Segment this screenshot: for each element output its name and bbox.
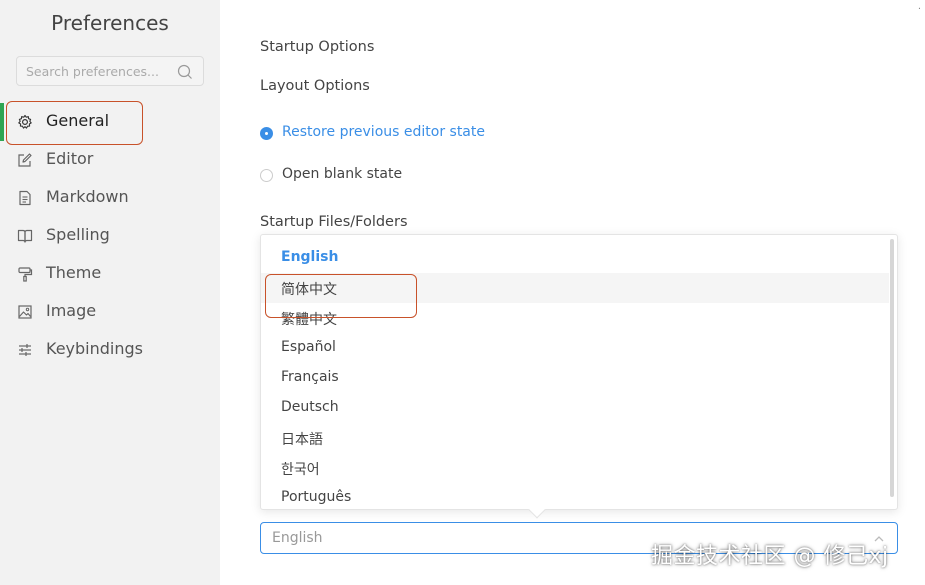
language-option-portuguese[interactable]: Português — [261, 483, 889, 509]
option-label: English — [281, 249, 339, 265]
sidebar-item-keybindings[interactable]: Keybindings — [0, 331, 220, 369]
sidebar-item-label: Markdown — [46, 187, 129, 206]
sidebar: Preferences General Editor Markdown — [0, 0, 220, 585]
search-input[interactable] — [26, 62, 171, 80]
paint-roller-icon — [18, 267, 33, 282]
radio-dot[interactable] — [260, 169, 273, 182]
startup-files-heading: Startup Files/Folders — [260, 214, 408, 230]
main-panel: · Startup Options Layout Options Restore… — [220, 0, 925, 585]
language-select-value: English — [272, 530, 323, 546]
sidebar-item-image[interactable]: Image — [0, 293, 220, 331]
language-option-japanese[interactable]: 日本語 — [261, 423, 889, 453]
dropdown-scrollbar[interactable] — [890, 239, 894, 497]
sliders-icon — [19, 344, 31, 356]
option-label: Français — [281, 369, 339, 385]
search-icon[interactable] — [177, 64, 193, 80]
radio-label[interactable]: Restore previous editor state — [282, 124, 485, 140]
language-option-french[interactable]: Français — [261, 363, 889, 393]
language-option-german[interactable]: Deutsch — [261, 393, 889, 423]
option-label: Português — [281, 489, 352, 505]
search-box[interactable] — [16, 56, 204, 86]
corner-mark: · — [917, 4, 921, 15]
sidebar-item-markdown[interactable]: Markdown — [0, 179, 220, 217]
sidebar-item-label: Spelling — [46, 225, 110, 244]
radio-label[interactable]: Open blank state — [282, 166, 402, 182]
sidebar-item-editor[interactable]: Editor — [0, 141, 220, 179]
sidebar-item-label: Keybindings — [46, 339, 143, 358]
annotation-highlight-general — [6, 101, 143, 145]
option-label: Español — [281, 339, 336, 355]
book-icon — [17, 229, 33, 243]
language-option-spanish[interactable]: Español — [261, 333, 889, 363]
option-label: 한국어 — [281, 462, 320, 478]
option-label: Deutsch — [281, 399, 339, 415]
language-option-korean[interactable]: 한국어 — [261, 453, 889, 483]
sidebar-item-label: Theme — [46, 263, 102, 282]
sidebar-item-label: Image — [46, 301, 97, 320]
radio-blank-state[interactable]: Open blank state — [260, 166, 420, 186]
language-option-english[interactable]: English — [261, 243, 889, 273]
option-label: 日本語 — [281, 432, 323, 448]
document-icon — [19, 190, 31, 206]
watermark-text: 掘金技术社区 @ 修己xj — [651, 544, 889, 569]
sidebar-title: Preferences — [51, 11, 169, 35]
layout-options-heading: Layout Options — [260, 78, 370, 94]
edit-icon — [18, 153, 32, 167]
startup-options-heading: Startup Options — [260, 39, 375, 55]
radio-restore-state[interactable]: Restore previous editor state — [260, 124, 500, 144]
radio-dot[interactable] — [260, 127, 273, 140]
annotation-highlight-chinese — [265, 274, 417, 318]
sidebar-item-theme[interactable]: Theme — [0, 255, 220, 293]
image-icon — [18, 305, 32, 319]
sidebar-item-label: Editor — [46, 149, 94, 168]
sidebar-item-spelling[interactable]: Spelling — [0, 217, 220, 255]
